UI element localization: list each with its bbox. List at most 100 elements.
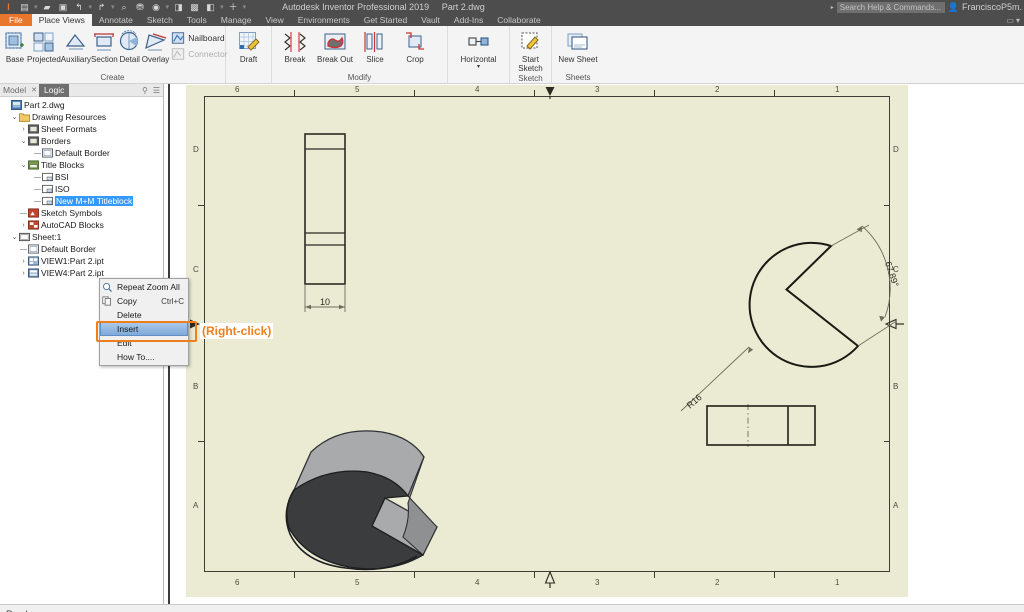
- context-menu-label: Insert: [117, 324, 139, 334]
- expander[interactable]: ›: [19, 258, 28, 265]
- redo-icon[interactable]: ↱: [95, 1, 108, 13]
- tree-node-sheet-formats[interactable]: › Sheet Formats: [0, 123, 163, 135]
- return-caret-icon[interactable]: ▾: [220, 3, 224, 11]
- tab-manage[interactable]: Manage: [214, 14, 259, 26]
- undo-caret-icon[interactable]: ▾: [89, 3, 93, 11]
- horizontal-button[interactable]: Horizontal ▾: [451, 28, 506, 70]
- tab-collaborate[interactable]: Collaborate: [490, 14, 547, 26]
- crop-button[interactable]: Crop: [395, 28, 435, 64]
- break-out-button[interactable]: Break Out: [315, 28, 355, 64]
- tree-node-sheet-1[interactable]: ⌄ Sheet:1: [0, 231, 163, 243]
- tree-node-drawing-resources[interactable]: ⌄ Drawing Resources: [0, 111, 163, 123]
- browser-tab-bar[interactable]: Model ✕ Logic ＋ ⚲ ☰: [0, 83, 163, 97]
- customize-caret-icon[interactable]: ▾: [243, 3, 247, 11]
- save-icon[interactable]: ▣: [57, 1, 70, 13]
- draft-view-button[interactable]: Draft: [229, 28, 268, 64]
- context-menu-item-delete[interactable]: Delete: [100, 308, 188, 322]
- section-view-button[interactable]: Section: [91, 28, 118, 64]
- nailboard-button[interactable]: Nailboard: [169, 30, 229, 46]
- orbit-caret-icon[interactable]: ▾: [166, 3, 170, 11]
- context-menu-item-insert[interactable]: Insert: [100, 322, 188, 336]
- border-icon: [28, 136, 39, 146]
- expander[interactable]: ›: [19, 126, 28, 133]
- horizontal-label: Horizontal: [460, 55, 497, 64]
- tree-node-autocad-blocks[interactable]: › AutoCAD Blocks: [0, 219, 163, 231]
- slice-button[interactable]: Slice: [355, 28, 395, 64]
- context-menu-item-edit[interactable]: Edit: [100, 336, 188, 350]
- zoom-icon[interactable]: ⌕: [118, 1, 131, 13]
- orbit-icon[interactable]: ◉: [150, 1, 163, 13]
- user-avatar-icon[interactable]: 👤: [948, 2, 959, 13]
- dropdown-caret-icon[interactable]: ▾: [34, 3, 38, 11]
- drawing-sheet[interactable]: 6 5 4 3 2 1 6 5 4 3 2 1 D C B A D C B A …: [186, 85, 908, 597]
- redo-caret-icon[interactable]: ▾: [111, 3, 115, 11]
- connector-button[interactable]: Connector: [169, 46, 229, 62]
- expander[interactable]: ⌄: [19, 161, 28, 169]
- horizontal-dropdown-caret-icon[interactable]: ▾: [477, 64, 480, 70]
- tab-vault[interactable]: Vault: [414, 14, 447, 26]
- tree-node-part2-dwg[interactable]: Part 2.dwg: [0, 99, 163, 111]
- browser-tab-model[interactable]: Model: [0, 84, 29, 97]
- tree-node-new-mm-titleblock[interactable]: — New M+M Titleblock: [0, 195, 163, 207]
- tab-environments[interactable]: Environments: [291, 14, 357, 26]
- overlay-view-button[interactable]: Overlay: [142, 28, 169, 64]
- search-icon[interactable]: ⚲: [142, 86, 148, 95]
- expander[interactable]: ⌄: [19, 137, 28, 145]
- tree-label: Sheet Formats: [41, 124, 97, 134]
- undo-icon[interactable]: ↰: [73, 1, 86, 13]
- tree-node-borders[interactable]: ⌄ Borders: [0, 135, 163, 147]
- tree-node-title-blocks[interactable]: ⌄ Title Blocks: [0, 159, 163, 171]
- detail-view-button[interactable]: Detail: [118, 28, 142, 64]
- tab-file[interactable]: File: [0, 14, 32, 26]
- ribbon-display-options[interactable]: ▭ ▾: [1006, 14, 1020, 26]
- appearance-icon[interactable]: ◨: [172, 1, 185, 13]
- username-label[interactable]: FranciscoP5m.: [962, 2, 1022, 12]
- auxiliary-view-button[interactable]: Auxiliary: [61, 28, 91, 64]
- tab-view[interactable]: View: [258, 14, 290, 26]
- return-icon[interactable]: ◧: [204, 1, 217, 13]
- expander[interactable]: ⌄: [10, 113, 19, 121]
- ribbon-display-icon[interactable]: ▭: [1006, 16, 1014, 25]
- copy-icon: [102, 296, 112, 306]
- context-menu-item-copy[interactable]: Copy Ctrl+C: [100, 294, 188, 308]
- quick-access-toolbar[interactable]: I ▤ ▾ ▰ ▣ ↰ ▾ ↱ ▾ ⌕ ⛃ ◉ ▾ ◨ ▩ ◧ ▾ ＋ ▾: [0, 1, 246, 13]
- tree-node-iso[interactable]: — ISO: [0, 183, 163, 195]
- search-expand-caret-icon[interactable]: ▸: [831, 4, 834, 11]
- hamburger-menu-icon[interactable]: ☰: [153, 86, 160, 95]
- open-file-icon[interactable]: ▰: [41, 1, 54, 13]
- tree-node-bsi[interactable]: — BSI: [0, 171, 163, 183]
- expander[interactable]: ›: [19, 222, 28, 229]
- expander[interactable]: ⌄: [10, 233, 19, 241]
- material-icon[interactable]: ▩: [188, 1, 201, 13]
- new-sheet-button[interactable]: New Sheet: [555, 28, 601, 64]
- tab-tools[interactable]: Tools: [180, 14, 214, 26]
- tree-node-default-border-resources[interactable]: — Default Border: [0, 147, 163, 159]
- expander[interactable]: ›: [19, 270, 28, 277]
- drawing-canvas[interactable]: 6 5 4 3 2 1 6 5 4 3 2 1 D C B A D C B A …: [174, 84, 1024, 604]
- search-input[interactable]: [836, 1, 945, 13]
- tab-place-views[interactable]: Place Views: [31, 14, 92, 26]
- context-menu[interactable]: Repeat Zoom All Copy Ctrl+C Delete Inser…: [99, 278, 189, 366]
- tree-node-sketch-symbols[interactable]: — Sketch Symbols: [0, 207, 163, 219]
- close-icon[interactable]: ✕: [29, 84, 39, 97]
- ribbon-tab-bar[interactable]: File Place Views Annotate Sketch Tools M…: [0, 14, 1024, 26]
- tab-annotate[interactable]: Annotate: [92, 14, 140, 26]
- start-sketch-button[interactable]: Start Sketch: [513, 28, 548, 73]
- browser-tab-logic[interactable]: Logic: [39, 83, 70, 97]
- context-menu-item-how-to[interactable]: How To....: [100, 350, 188, 364]
- break-button[interactable]: Break: [275, 28, 315, 64]
- draft-view-label: Draft: [239, 55, 258, 64]
- new-file-icon[interactable]: ▤: [18, 1, 31, 13]
- pan-icon[interactable]: ⛃: [134, 1, 147, 13]
- tree-node-view1-part2[interactable]: › VIEW1:Part 2.ipt: [0, 255, 163, 267]
- plus-icon[interactable]: ＋: [69, 84, 81, 97]
- tab-add-ins[interactable]: Add-Ins: [447, 14, 490, 26]
- base-view-button[interactable]: Base: [3, 28, 27, 64]
- ribbon-display-caret-icon[interactable]: ▾: [1016, 16, 1020, 25]
- context-menu-item-repeat-zoom-all[interactable]: Repeat Zoom All: [100, 280, 188, 294]
- tab-get-started[interactable]: Get Started: [357, 14, 414, 26]
- projected-view-button[interactable]: Projected: [27, 28, 61, 64]
- tree-node-default-border-sheet[interactable]: — Default Border: [0, 243, 163, 255]
- tab-sketch[interactable]: Sketch: [140, 14, 180, 26]
- plus-icon[interactable]: ＋: [227, 1, 240, 13]
